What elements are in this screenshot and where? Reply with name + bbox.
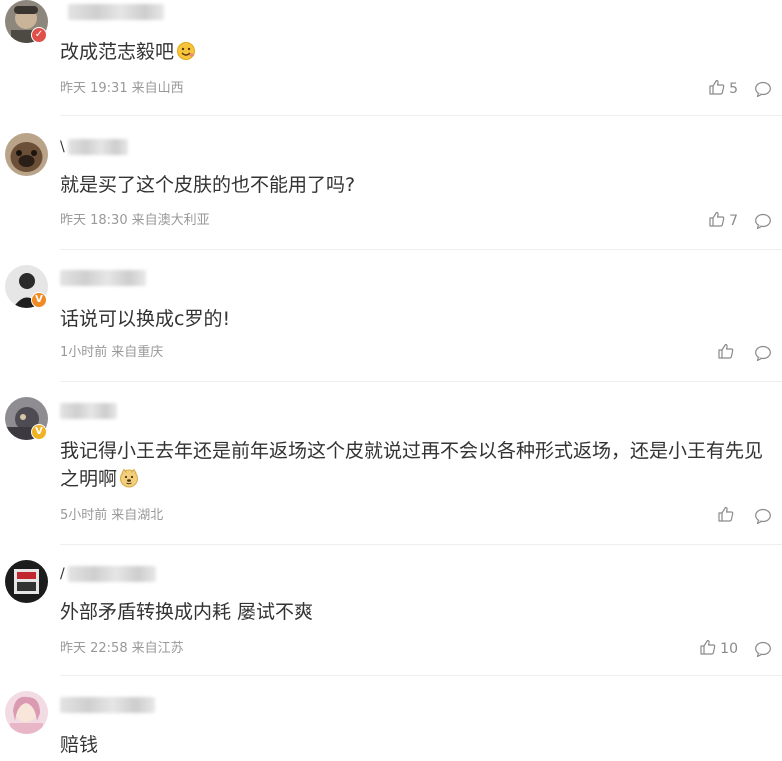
username[interactable]: / <box>60 564 170 584</box>
comment-location: 来自澳大利亚 <box>131 213 210 228</box>
smile-emoji-icon <box>176 41 196 69</box>
comment-date: 1小时前 <box>60 345 108 360</box>
like-button[interactable]: 10 <box>699 638 738 660</box>
like-button[interactable]: 5 <box>708 78 738 100</box>
comment-date: 昨天 22:58 <box>60 641 128 656</box>
blurred-username <box>68 566 156 582</box>
comment-text: 赔钱 <box>60 734 99 756</box>
verified-badge: ✓ <box>31 27 47 43</box>
comment-date: 昨天 19:31 <box>60 81 128 96</box>
comment-date: 昨天 18:30 <box>60 213 128 228</box>
like-button[interactable]: 7 <box>708 210 738 232</box>
like-count: 10 <box>720 641 738 657</box>
reply-icon[interactable] <box>754 80 772 98</box>
divider <box>60 675 782 676</box>
blurred-username <box>68 139 128 155</box>
avatar[interactable] <box>5 691 48 734</box>
comment-text: 我记得小王去年还是前年返场这个皮就说过再不会以各种形式返场，还是小王有先见之明啊 <box>60 437 774 496</box>
comment-actions <box>717 343 772 363</box>
thumbs-up-icon <box>708 210 726 232</box>
comment-meta: 昨天 19:31 来自山西 <box>60 80 184 98</box>
comment-location: 来自重庆 <box>111 345 164 360</box>
doge-emoji-icon <box>119 468 139 496</box>
comment-text: 话说可以换成c罗的! <box>60 308 231 330</box>
comment-text: 外部矛盾转换成内耗 屡试不爽 <box>60 601 314 623</box>
verified-badge: V <box>31 292 47 308</box>
thumbs-up-icon <box>717 505 735 527</box>
reply-icon[interactable] <box>754 640 772 658</box>
comment-location: 来自山西 <box>131 81 184 96</box>
comment-actions: 7 <box>708 211 772 231</box>
comment-actions: 10 <box>699 639 772 659</box>
thumbs-up-icon <box>717 342 735 364</box>
comment-meta: 昨天 18:30 来自澳大利亚 <box>60 212 210 230</box>
username[interactable] <box>60 268 170 288</box>
comment-meta: 1小时前 来自重庆 <box>60 344 163 362</box>
divider <box>60 249 782 250</box>
reply-icon[interactable] <box>754 344 772 362</box>
username[interactable] <box>60 2 170 22</box>
avatar[interactable] <box>5 133 48 176</box>
comment-text: 就是买了这个皮肤的也不能用了吗? <box>60 174 356 196</box>
username[interactable] <box>60 401 170 421</box>
reply-icon[interactable] <box>754 212 772 230</box>
divider <box>60 115 782 116</box>
thumbs-up-icon <box>708 78 726 100</box>
comment-location: 来自江苏 <box>131 641 184 656</box>
like-count: 5 <box>729 81 738 97</box>
blurred-username <box>60 270 146 286</box>
thumbs-up-icon <box>699 638 717 660</box>
username[interactable]: \ <box>60 137 170 157</box>
divider <box>60 544 782 545</box>
username[interactable] <box>60 695 170 715</box>
comment-actions: 5 <box>708 79 772 99</box>
comment-location: 来自湖北 <box>111 508 164 523</box>
blurred-username <box>60 697 155 713</box>
comment-actions <box>717 506 772 526</box>
blurred-username <box>68 4 164 20</box>
like-button[interactable] <box>717 505 738 527</box>
divider <box>60 381 782 382</box>
verified-badge: V <box>31 424 47 440</box>
comment-meta: 昨天 22:58 来自江苏 <box>60 640 184 658</box>
blurred-username <box>60 403 117 419</box>
like-count: 7 <box>729 213 738 229</box>
reply-icon[interactable] <box>754 507 772 525</box>
like-button[interactable] <box>717 342 738 364</box>
comment-text: 改成范志毅吧 <box>60 38 774 69</box>
comment-meta: 5小时前 来自湖北 <box>60 507 163 525</box>
comment-date: 5小时前 <box>60 508 108 523</box>
avatar[interactable] <box>5 560 48 603</box>
